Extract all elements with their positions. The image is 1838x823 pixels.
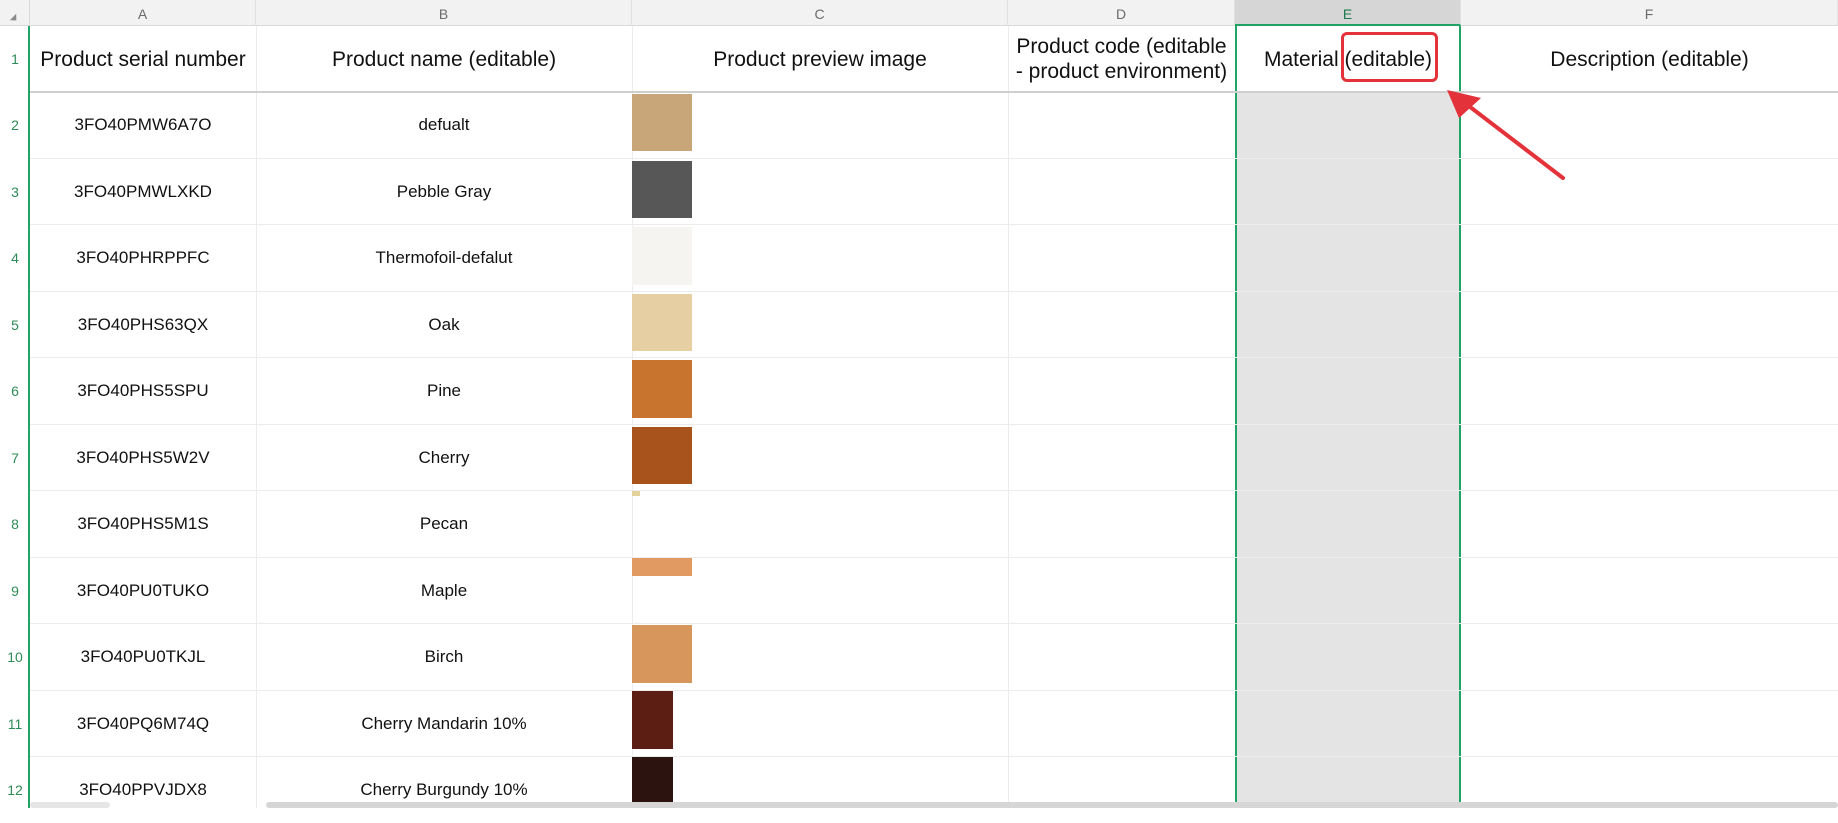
row-header-12[interactable]: 12 bbox=[0, 757, 30, 808]
product-preview-image[interactable] bbox=[632, 161, 692, 218]
product-preview-image[interactable] bbox=[632, 691, 673, 749]
header-cell-b[interactable]: Product name (editable) bbox=[256, 26, 632, 92]
product-preview-image[interactable] bbox=[632, 491, 640, 496]
cell-product-name[interactable]: defualt bbox=[256, 92, 632, 158]
horizontal-scrollbar-track[interactable] bbox=[30, 802, 110, 808]
product-preview-image[interactable] bbox=[632, 625, 692, 683]
column-header-e[interactable]: E bbox=[1235, 0, 1461, 26]
row-header-2[interactable]: 2 bbox=[0, 92, 30, 159]
cell-product-name[interactable]: Cherry Burgundy 10% bbox=[256, 757, 632, 823]
row-header-6[interactable]: 6 bbox=[0, 358, 30, 425]
cell-serial[interactable]: 3FO40PU0TKJL bbox=[30, 624, 256, 690]
product-preview-image[interactable] bbox=[632, 757, 673, 808]
cell-serial[interactable]: 3FO40PPVJDX8 bbox=[30, 757, 256, 823]
cell-serial[interactable]: 3FO40PMW6A7O bbox=[30, 92, 256, 158]
product-preview-image[interactable] bbox=[632, 94, 692, 151]
product-preview-image[interactable] bbox=[632, 227, 692, 285]
cell-product-name[interactable]: Pine bbox=[256, 358, 632, 424]
row-header-10[interactable]: 10 bbox=[0, 624, 30, 691]
column-header-d[interactable]: D bbox=[1008, 0, 1235, 26]
cell-product-name[interactable]: Cherry bbox=[256, 425, 632, 491]
row-header-11[interactable]: 11 bbox=[0, 691, 30, 757]
product-preview-image[interactable] bbox=[632, 360, 692, 418]
horizontal-scrollbar-thumb[interactable] bbox=[266, 802, 1838, 808]
cell-serial[interactable]: 3FO40PMWLXKD bbox=[30, 159, 256, 225]
cell-serial[interactable]: 3FO40PQ6M74Q bbox=[30, 691, 256, 757]
row-header-9[interactable]: 9 bbox=[0, 558, 30, 624]
cell-serial[interactable]: 3FO40PHS5M1S bbox=[30, 491, 256, 557]
row-header-4[interactable]: 4 bbox=[0, 225, 30, 292]
cell-serial[interactable]: 3FO40PHS63QX bbox=[30, 292, 256, 358]
row-header-8[interactable]: 8 bbox=[0, 491, 30, 558]
cell-serial[interactable]: 3FO40PHS5W2V bbox=[30, 425, 256, 491]
row-header-1[interactable]: 1 bbox=[0, 26, 30, 92]
annotation-highlight-box bbox=[1341, 32, 1438, 82]
cell-product-name[interactable]: Pebble Gray bbox=[256, 159, 632, 225]
header-cell-a[interactable]: Product serial number bbox=[30, 26, 256, 92]
cell-product-name[interactable]: Cherry Mandarin 10% bbox=[256, 691, 632, 757]
header-cell-f[interactable]: Description (editable) bbox=[1461, 26, 1838, 92]
cell-serial[interactable]: 3FO40PHS5SPU bbox=[30, 358, 256, 424]
column-header-f[interactable]: F bbox=[1461, 0, 1838, 26]
row-header-7[interactable]: 7 bbox=[0, 425, 30, 491]
column-header-b[interactable]: B bbox=[256, 0, 632, 26]
annotation-arrow-icon bbox=[1447, 90, 1565, 180]
header-cell-c[interactable]: Product preview image bbox=[632, 26, 1008, 92]
cell-product-name[interactable]: Maple bbox=[256, 558, 632, 624]
cell-product-name[interactable]: Thermofoil-defalut bbox=[256, 225, 632, 291]
header-cell-d[interactable]: Product code (editable - product environ… bbox=[1008, 26, 1235, 92]
product-preview-image[interactable] bbox=[632, 427, 692, 484]
select-all-corner[interactable] bbox=[0, 0, 30, 26]
product-preview-image[interactable] bbox=[632, 558, 692, 576]
row-header-5[interactable]: 5 bbox=[0, 292, 30, 358]
column-header-c[interactable]: C bbox=[632, 0, 1008, 26]
cell-serial[interactable]: 3FO40PHRPPFC bbox=[30, 225, 256, 291]
cell-product-name[interactable]: Pecan bbox=[256, 491, 632, 557]
cell-product-name[interactable]: Oak bbox=[256, 292, 632, 358]
header-cell-e-prefix: Material bbox=[1263, 47, 1345, 71]
product-preview-image[interactable] bbox=[632, 294, 692, 351]
cell-serial[interactable]: 3FO40PU0TUKO bbox=[30, 558, 256, 624]
row-header-3[interactable]: 3 bbox=[0, 159, 30, 225]
select-all-triangle-icon[interactable] bbox=[9, 13, 17, 21]
cell-product-name[interactable]: Birch bbox=[256, 624, 632, 690]
column-header-a[interactable]: A bbox=[30, 0, 256, 26]
